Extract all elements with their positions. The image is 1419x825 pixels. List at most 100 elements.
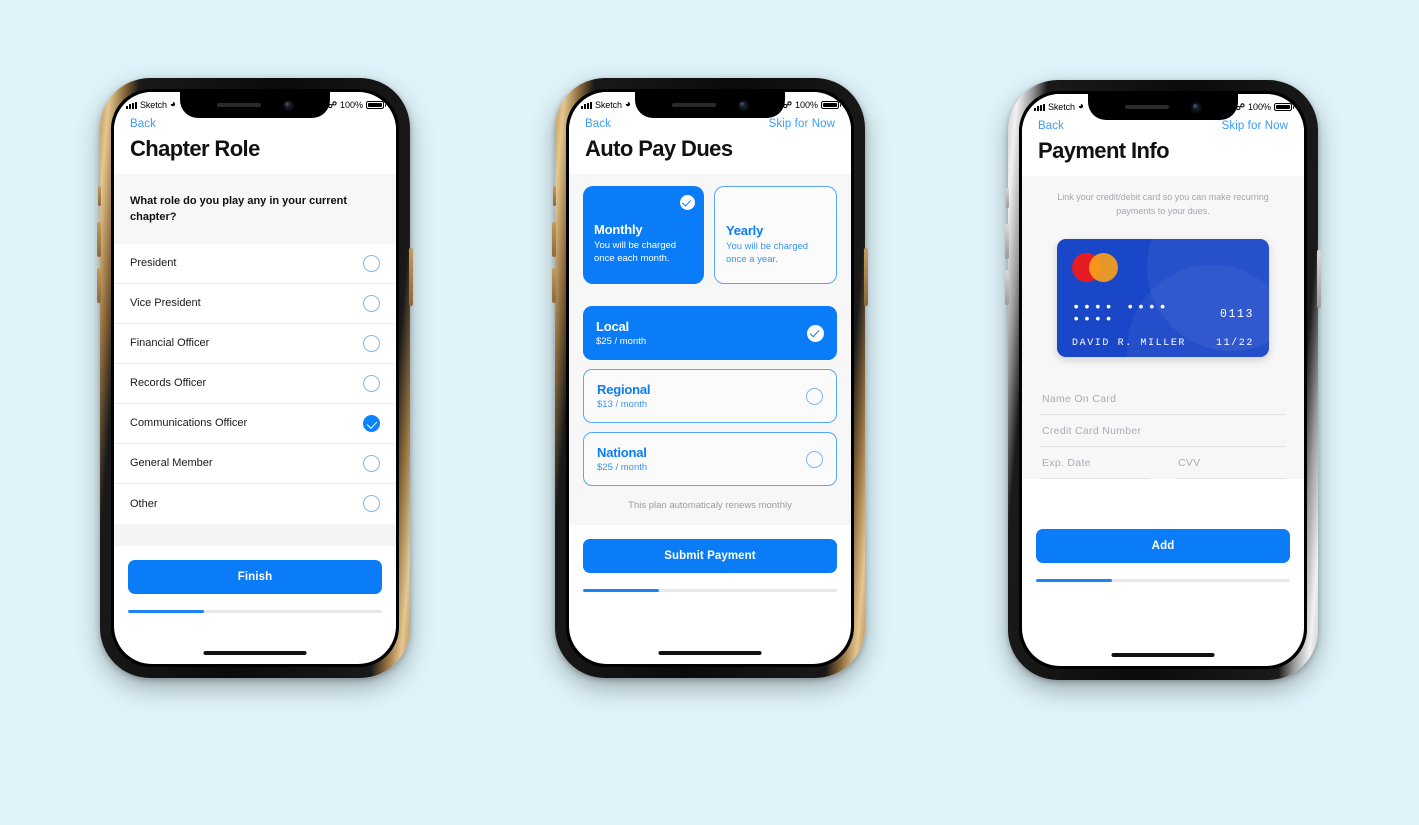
- frequency-card-yearly[interactable]: Yearly You will be charged once a year.: [714, 186, 837, 284]
- volume-up-button-1[interactable]: [97, 222, 101, 257]
- option-other[interactable]: Other: [114, 484, 396, 524]
- option-label: Communications Officer: [130, 417, 248, 430]
- option-communications-officer[interactable]: Communications Officer: [114, 404, 396, 444]
- skip-for-now-button[interactable]: Skip for Now: [769, 118, 835, 130]
- earpiece-speaker-icon: [671, 103, 716, 107]
- credit-card-preview: •••• •••• •••• 0113 DAVID R. MILLER 11/2…: [1057, 238, 1269, 357]
- exp-date-field[interactable]: [1040, 447, 1150, 479]
- finish-button[interactable]: Finish: [128, 559, 382, 594]
- mute-switch-3[interactable]: [1006, 188, 1009, 208]
- progress-bar-fill: [128, 609, 205, 613]
- cvv-input[interactable]: [1178, 456, 1284, 469]
- page-title: Chapter Role: [114, 130, 396, 174]
- radio-checked-icon[interactable]: [363, 414, 380, 432]
- radio-icon[interactable]: [363, 374, 380, 392]
- power-button-1[interactable]: [409, 248, 413, 306]
- plan-card-local[interactable]: Local $25 / month: [583, 306, 837, 360]
- earpiece-speaker-icon: [216, 103, 261, 107]
- option-vice-president[interactable]: Vice President: [114, 284, 396, 324]
- name-on-card-input[interactable]: [1042, 392, 1284, 405]
- carrier-label: Sketch: [595, 100, 622, 110]
- option-president[interactable]: President: [114, 244, 396, 284]
- option-records-officer[interactable]: Records Officer: [114, 364, 396, 404]
- phone-device-1: Sketch ◕ ☍ 100% Back Chapter Role What r…: [97, 78, 413, 678]
- plan-price: $13 / month: [597, 399, 648, 410]
- radio-icon[interactable]: [363, 495, 380, 513]
- submit-payment-button[interactable]: Submit Payment: [583, 539, 837, 573]
- credit-card-number-field[interactable]: [1040, 415, 1286, 447]
- frequency-title: Yearly: [726, 223, 764, 238]
- back-button[interactable]: Back: [585, 118, 611, 130]
- radio-icon[interactable]: [363, 454, 380, 472]
- plan-card-national[interactable]: National $25 / month: [583, 432, 837, 486]
- name-on-card-field[interactable]: [1040, 383, 1286, 415]
- cvv-field[interactable]: [1176, 447, 1286, 479]
- cellular-signal-icon: [581, 101, 592, 109]
- home-indicator[interactable]: [658, 651, 762, 655]
- frequency-desc: You will be charged once a year.: [726, 241, 809, 265]
- list-bottom-spacer: [114, 523, 396, 546]
- front-camera-icon: [1190, 101, 1202, 113]
- plan-price: $25 / month: [597, 462, 648, 473]
- volume-down-button-3[interactable]: [1005, 270, 1009, 305]
- mute-switch-2[interactable]: [553, 186, 556, 206]
- card-holder-name: DAVID R. MILLER: [1072, 337, 1187, 349]
- back-button[interactable]: Back: [1038, 120, 1064, 132]
- option-general-member[interactable]: General Member: [114, 444, 396, 484]
- check-circle-icon[interactable]: [807, 324, 824, 342]
- power-button-3[interactable]: [1317, 250, 1321, 308]
- status-bar-right-2: ☍ 100%: [783, 100, 841, 110]
- plan-card-regional[interactable]: Regional $13 / month: [583, 369, 837, 423]
- status-bar-left-1: Sketch ◕: [126, 100, 176, 110]
- home-indicator[interactable]: [1111, 653, 1215, 657]
- footer-2: Submit Payment: [569, 525, 851, 592]
- cellular-signal-icon: [1034, 103, 1045, 111]
- payment-info-body: Link your credit/debit card so you can m…: [1022, 176, 1304, 479]
- status-bar-left-3: Sketch ◕: [1034, 102, 1084, 112]
- radio-icon[interactable]: [363, 254, 380, 272]
- notch-1: [180, 92, 330, 118]
- screen-chapter-role: Sketch ◕ ☍ 100% Back Chapter Role What r…: [114, 92, 396, 664]
- volume-up-button-2[interactable]: [552, 222, 556, 257]
- battery-icon: [366, 100, 386, 110]
- check-circle-icon: [680, 195, 695, 210]
- mute-switch-1[interactable]: [98, 186, 101, 206]
- back-button[interactable]: Back: [130, 118, 156, 130]
- volume-up-button-3[interactable]: [1005, 224, 1009, 259]
- card-number-row: •••• •••• •••• 0113: [1072, 301, 1254, 328]
- radio-icon[interactable]: [363, 294, 380, 312]
- credit-card-number-input[interactable]: [1042, 424, 1284, 437]
- volume-down-button-1[interactable]: [97, 268, 101, 303]
- radio-icon[interactable]: [806, 387, 823, 405]
- battery-icon: [1274, 102, 1294, 112]
- add-button[interactable]: Add: [1036, 528, 1290, 563]
- option-financial-officer[interactable]: Financial Officer: [114, 324, 396, 364]
- radio-icon[interactable]: [806, 450, 823, 468]
- plan-price: $25 / month: [596, 336, 647, 347]
- exp-date-input[interactable]: [1042, 456, 1148, 469]
- power-button-2[interactable]: [864, 248, 868, 306]
- option-label: Other: [130, 497, 158, 510]
- footer-1: Finish: [114, 545, 396, 613]
- volume-down-button-2[interactable]: [552, 268, 556, 303]
- page-title: Payment Info: [1022, 132, 1304, 176]
- screen-auto-pay-dues: Sketch ◕ ☍ 100% Back Skip for Now Auto P…: [569, 92, 851, 664]
- home-indicator[interactable]: [203, 651, 307, 655]
- wifi-icon: ◕: [169, 99, 176, 110]
- skip-for-now-button[interactable]: Skip for Now: [1222, 120, 1288, 132]
- option-label: Records Officer: [130, 377, 207, 390]
- cellular-signal-icon: [126, 101, 137, 109]
- frequency-card-monthly[interactable]: Monthly You will be charged once each mo…: [583, 186, 704, 284]
- option-label: President: [130, 257, 177, 270]
- phone-inner-3: Sketch ◕ ☍ 100% Back Skip for Now Paymen…: [1019, 91, 1307, 669]
- battery-icon: [821, 100, 841, 110]
- plan-name: Local: [596, 319, 629, 334]
- radio-icon[interactable]: [363, 334, 380, 352]
- plan-name: Regional: [597, 382, 651, 397]
- earpiece-speaker-icon: [1124, 105, 1169, 109]
- payment-description: Link your credit/debit card so you can m…: [1057, 192, 1269, 217]
- renewal-note: This plan automaticaly renews monthly: [628, 500, 792, 511]
- carrier-label: Sketch: [1048, 102, 1075, 112]
- progress-bar-fill: [1036, 578, 1113, 582]
- front-camera-icon: [737, 99, 749, 111]
